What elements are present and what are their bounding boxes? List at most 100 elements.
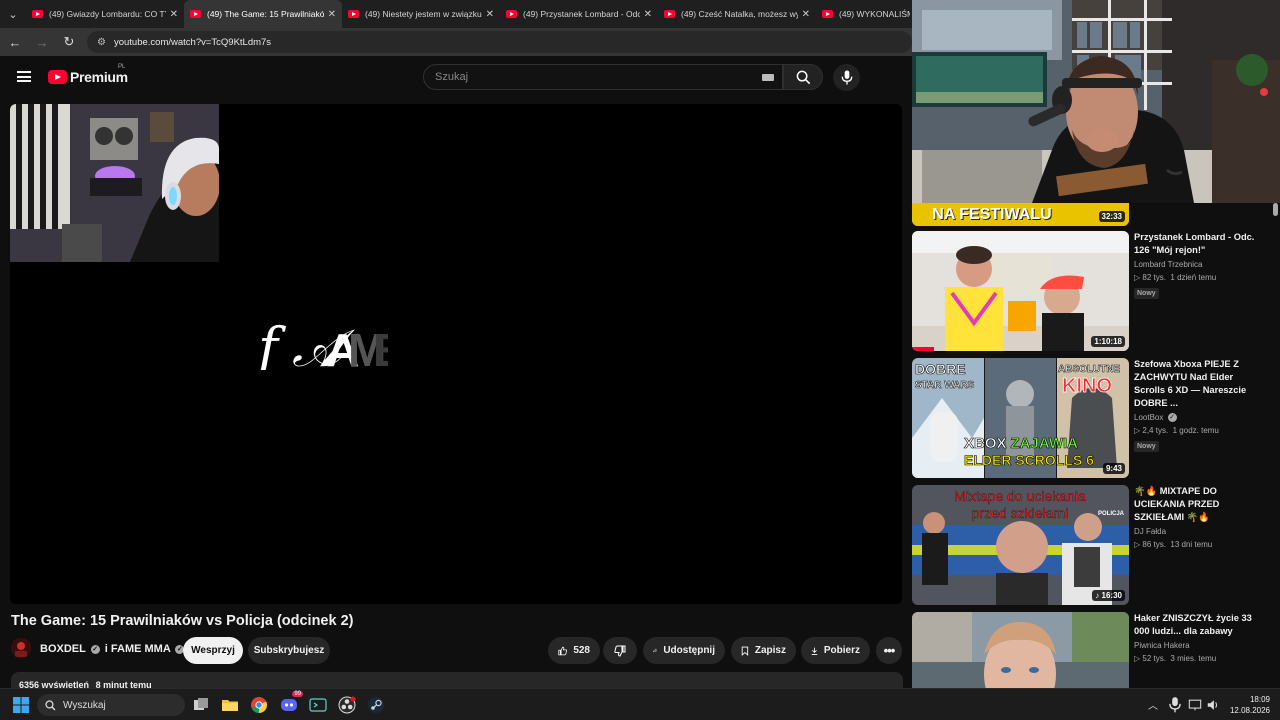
tab-list-chevron-icon[interactable]: ⌄ [0, 0, 26, 28]
channel-name[interactable]: BOXDEL ✓ i FAME MMA ✓ [40, 643, 186, 655]
view-count: 82 tys. [1142, 273, 1166, 282]
steam-icon[interactable] [367, 696, 385, 714]
tab-close-icon[interactable]: ✕ [486, 9, 494, 20]
video-thumbnail[interactable] [912, 612, 1129, 688]
recommendation-item[interactable]: Haker ZNISZCZYŁ życie 33 000 ludzi... dl… [912, 612, 1272, 688]
tab-title: (49) The Game: 15 Prawilniaków [207, 9, 324, 19]
browser-tab-active[interactable]: (49) The Game: 15 Prawilniaków ✕ [184, 0, 342, 28]
tab-close-icon[interactable]: ✕ [328, 9, 336, 20]
system-clock[interactable]: 18:09 12.08.2026 [1230, 694, 1270, 716]
tab-close-icon[interactable]: ✕ [170, 9, 178, 20]
search-button[interactable] [783, 64, 823, 90]
taskbar-search-placeholder: Wyszukaj [63, 699, 106, 711]
share-button[interactable]: Udostępnij [643, 637, 725, 664]
tab-close-icon[interactable]: ✕ [802, 9, 810, 20]
chrome-icon[interactable] [250, 696, 268, 714]
download-button[interactable]: Pobierz [801, 637, 870, 664]
recommendation-channel[interactable]: DJ Fałda [1134, 527, 1264, 536]
sidebar-scrollbar[interactable] [1273, 203, 1278, 216]
share-label: Udostępnij [663, 645, 715, 656]
recommendation-info[interactable]: Szefowa Xboxa PIEJE Z ZACHWYTU Nad Elder… [1134, 358, 1264, 453]
display-tray-icon[interactable] [1188, 696, 1202, 714]
youtube-favicon-icon [190, 10, 201, 18]
thumbnail-text-mixtape: Mixtape do uciekania [954, 488, 1086, 504]
obs-icon[interactable] [338, 696, 356, 714]
menu-icon[interactable] [17, 71, 31, 82]
recommendation-title[interactable]: Przystanek Lombard - Odc. 126 "Mój rejon… [1134, 231, 1264, 257]
recommendation-title[interactable]: Haker ZNISZCZYŁ życie 33 000 ludzi... dl… [1134, 612, 1264, 638]
recommendation-title[interactable]: Szefowa Xboxa PIEJE Z ZACHWYTU Nad Elder… [1134, 358, 1264, 410]
recommendation-title[interactable]: 🌴🔥 MIXTAPE DO UCIEKANIA PRZED SZKIEŁAMI … [1134, 485, 1264, 524]
thumbnail-text-szkielami: przed szkiełami [972, 505, 1068, 521]
video-thumbnail[interactable]: NA FESTIWALU 32:33 [912, 203, 1129, 226]
youtube-favicon-icon [32, 10, 43, 18]
browser-tab[interactable]: (49) WYKONALIŚMY CH [816, 0, 916, 28]
verified-icon: ✓ [90, 644, 100, 654]
channel-joiner: i [104, 643, 108, 655]
channel-name[interactable]: LootBox [1134, 413, 1163, 422]
show-hidden-icons-chevron[interactable]: ︿ [1148, 697, 1158, 712]
recommendation-stats: ▷ 82 tys. 1 dzień temu [1134, 273, 1217, 282]
channel-name-primary[interactable]: BOXDEL [40, 643, 86, 655]
youtube-play-icon [48, 70, 67, 84]
recommendation-item[interactable]: DOBRE STAR WARS ABSOLUTNE KINO XBOX ZAJAW… [912, 358, 1272, 478]
keyboard-icon[interactable] [762, 74, 774, 81]
recommendation-partial[interactable]: NA FESTIWALU 32:33 [912, 203, 1272, 226]
recommendation-info[interactable]: Haker ZNISZCZYŁ życie 33 000 ludzi... dl… [1134, 612, 1264, 663]
youtube-logo[interactable]: Premium PL [48, 64, 128, 85]
forward-arrow-icon[interactable]: → [30, 30, 54, 54]
back-arrow-icon[interactable]: ← [3, 30, 27, 54]
recommendation-item[interactable]: 1:10:18 Przystanek Lombard - Odc. 126 "M… [912, 231, 1272, 351]
svg-text:E: E [373, 324, 388, 370]
streamer-camera-overlay [10, 104, 219, 262]
reload-icon[interactable]: ↻ [57, 30, 81, 54]
site-settings-icon[interactable]: ⚙ [97, 37, 106, 48]
video-thumbnail[interactable]: DOBRE STAR WARS ABSOLUTNE KINO XBOX ZAJAW… [912, 358, 1129, 478]
thumbnail-text-elder: ELDER SCROLLS 6 [964, 452, 1094, 468]
recommendation-stats: ▷ 52 tys. 3 mies. temu [1134, 654, 1217, 663]
thumbnail-text-dobre: DOBRE [915, 361, 966, 377]
channel-name-collab[interactable]: FAME MMA [111, 643, 170, 655]
task-view-icon[interactable] [192, 696, 210, 714]
subscribe-button[interactable]: Subskrybujesz [248, 637, 330, 664]
recommendation-channel[interactable]: Piwnica Hakera [1134, 641, 1264, 650]
browser-tab[interactable]: (49) Cześć Natalka, możesz wyj ✕ [658, 0, 816, 28]
view-count: 86 tys. [1142, 540, 1166, 549]
browser-tab[interactable]: (49) Przystanek Lombard - Odc ✕ [500, 0, 658, 28]
taskbar-search[interactable]: Wyszukaj [37, 694, 185, 716]
video-player[interactable]: f 𝒜 A M E FAME [10, 104, 902, 604]
video-thumbnail[interactable]: Mixtape do uciekania przed szkiełami POL… [912, 485, 1129, 605]
search-input[interactable]: Szukaj [423, 64, 783, 90]
volume-tray-icon[interactable] [1206, 696, 1220, 714]
like-count: 528 [573, 645, 590, 656]
windows-start-icon[interactable] [12, 696, 30, 714]
share-icon [653, 648, 658, 653]
browser-tab[interactable]: (49) Gwiazdy Lombardu: CO TY ✕ [26, 0, 184, 28]
terminal-icon[interactable] [309, 696, 327, 714]
save-button[interactable]: Zapisz [731, 637, 796, 664]
recommendation-info[interactable]: 🌴🔥 MIXTAPE DO UCIEKANIA PRZED SZKIEŁAMI … [1134, 485, 1264, 549]
recommendation-info[interactable]: Przystanek Lombard - Odc. 126 "Mój rejon… [1134, 231, 1264, 300]
recommendations-sidebar: NA FESTIWALU 32:33 1:10:18 Przystanek Lo… [912, 203, 1280, 688]
microphone-tray-icon[interactable] [1168, 696, 1182, 714]
browser-tab[interactable]: (49) Niestety jestem w związku ✕ [342, 0, 500, 28]
channel-avatar[interactable] [11, 638, 31, 658]
duration-badge: 32:33 [1098, 211, 1125, 222]
clock-date: 12.08.2026 [1229, 706, 1270, 715]
file-explorer-icon[interactable] [221, 696, 239, 714]
like-button[interactable]: 528 [548, 637, 600, 664]
address-bar[interactable]: ⚙ youtube.com/watch?v=TcQ9KtLdm7s [87, 31, 912, 53]
search-placeholder: Szukaj [435, 71, 469, 83]
voice-search-button[interactable] [833, 64, 860, 91]
video-thumbnail[interactable]: 1:10:18 [912, 231, 1129, 351]
tab-title: (49) WYKONALIŚMY CH [839, 9, 910, 19]
recommendation-item[interactable]: Mixtape do uciekania przed szkiełami POL… [912, 485, 1272, 605]
tab-close-icon[interactable]: ✕ [644, 9, 652, 20]
region-label: PL [118, 64, 126, 70]
support-button[interactable]: Wesprzyj [183, 637, 243, 664]
recommendation-channel[interactable]: LootBox ✓ [1134, 413, 1264, 423]
recommendation-channel[interactable]: Lombard Trzebnica [1134, 260, 1264, 269]
discord-app[interactable]: 99 [280, 691, 303, 714]
dislike-button[interactable] [603, 637, 637, 664]
more-actions-button[interactable]: ••• [876, 637, 902, 664]
